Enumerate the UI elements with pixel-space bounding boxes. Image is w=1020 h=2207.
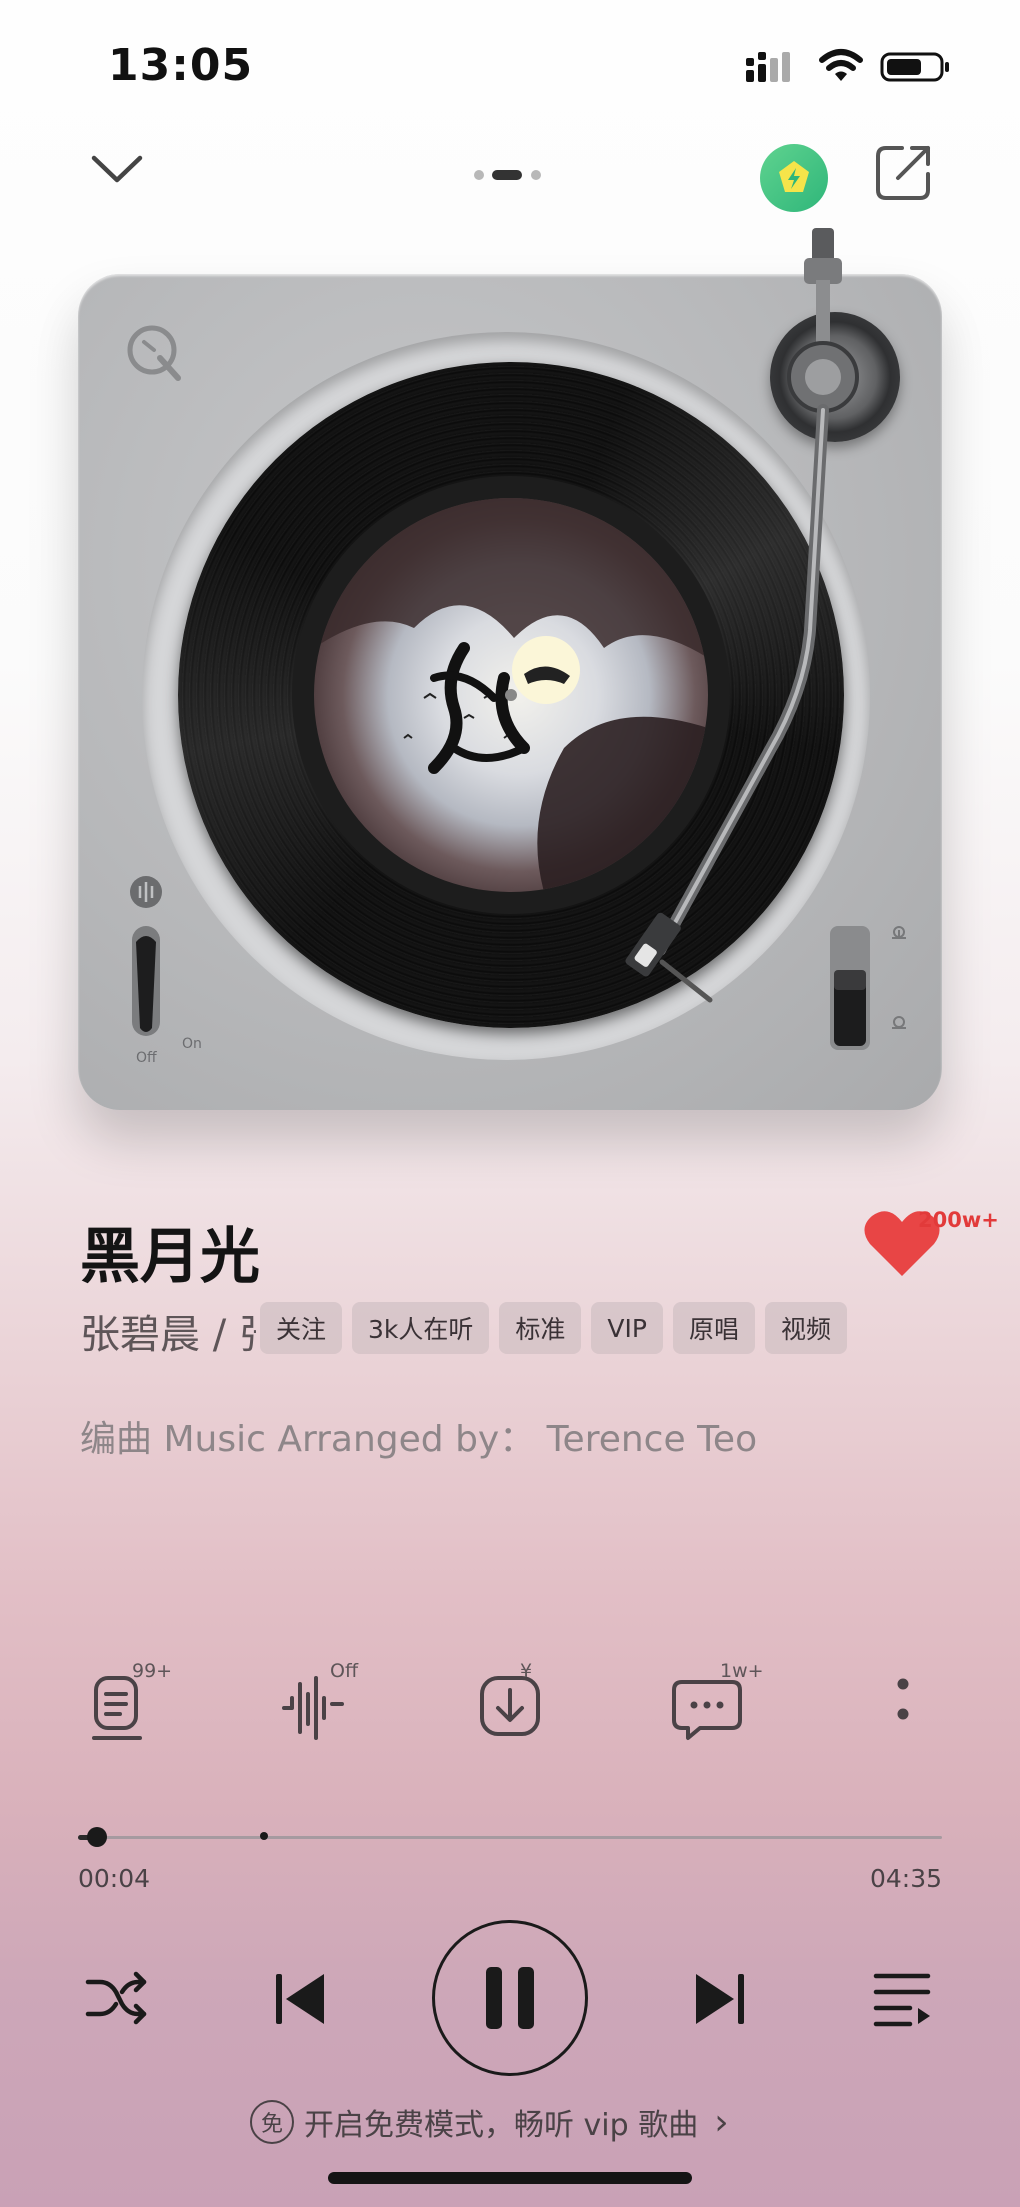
chevron-right-icon: ›	[714, 2101, 729, 2143]
switch-off-label: Off	[136, 1050, 157, 1066]
sound-effect-badge: Off	[330, 1660, 359, 1682]
progress-thumb[interactable]	[86, 1827, 107, 1847]
song-title: 黑月光	[80, 1222, 260, 1292]
home-indicator[interactable]	[328, 2172, 692, 2184]
promo-text: 开启免费模式，畅听 vip 歌曲	[304, 2108, 699, 2143]
more-icon[interactable]	[858, 1658, 948, 1748]
tonearm[interactable]	[600, 210, 940, 1030]
page-indicator	[474, 170, 541, 180]
q-logo-icon	[127, 325, 181, 381]
buffer-marker	[259, 1832, 268, 1840]
playlist-icon[interactable]	[872, 1970, 932, 2028]
vip-lightning-icon[interactable]	[760, 144, 828, 212]
download-icon[interactable]	[466, 1658, 556, 1748]
artist-name[interactable]: 张碧晨 / 张	[80, 1302, 256, 1360]
download-badge: ¥	[520, 1660, 533, 1682]
cellular-signal-icon	[746, 52, 790, 82]
switch-on-label: On	[182, 1036, 202, 1052]
original-tag[interactable]: 原唱	[672, 1302, 755, 1354]
like-count: 200w+	[918, 1208, 999, 1232]
vip-tag[interactable]: VIP	[591, 1302, 663, 1354]
shuffle-icon[interactable]	[84, 1966, 150, 2030]
speed-switch[interactable]	[820, 916, 910, 1056]
next-icon[interactable]	[692, 1970, 748, 2028]
video-tag[interactable]: 视频	[765, 1302, 848, 1354]
lyrics-badge: 99+	[132, 1660, 173, 1682]
current-time: 00:04	[78, 1864, 151, 1893]
quality-tag[interactable]: 标准	[499, 1302, 582, 1354]
pause-button[interactable]	[432, 1920, 588, 2076]
status-time: 13:05	[108, 40, 254, 91]
collapse-chevron-icon[interactable]	[88, 150, 146, 188]
progress-track[interactable]	[78, 1836, 942, 1839]
total-time: 04:35	[869, 1864, 942, 1893]
previous-icon[interactable]	[272, 1970, 328, 2028]
pause-icon	[486, 1967, 534, 2029]
listeners-tag[interactable]: 3k人在听	[352, 1302, 490, 1354]
wifi-icon	[819, 49, 863, 81]
record-spindle	[505, 689, 517, 701]
free-icon: 免	[250, 2100, 294, 2144]
song-tags: 关注 3k人在听 标准 VIP 原唱 视频	[260, 1302, 848, 1354]
power-switch[interactable]	[126, 870, 216, 1070]
comment-badge: 1w+	[720, 1660, 764, 1682]
lyric-line[interactable]: 编曲 Music Arranged by： Terence Teo	[80, 1410, 757, 1462]
battery-icon	[880, 52, 949, 82]
free-mode-promo[interactable]: 免 开启免费模式，畅听 vip 歌曲 ›	[250, 2100, 729, 2144]
follow-tag[interactable]: 关注	[260, 1302, 343, 1354]
share-icon[interactable]	[872, 142, 934, 204]
